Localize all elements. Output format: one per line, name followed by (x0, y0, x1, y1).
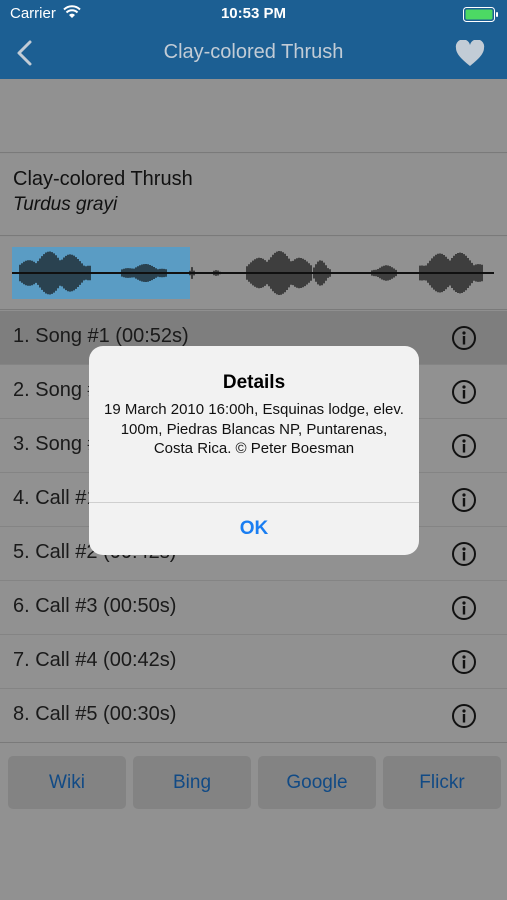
alert-message: 19 March 2010 16:00h, Esquinas lodge, el… (104, 401, 404, 457)
alert-title: Details (222, 372, 286, 393)
alert-ok-button[interactable]: OK (89, 503, 419, 555)
details-alert: Details 19 March 2010 16:00h, Esquinas l… (89, 346, 419, 555)
